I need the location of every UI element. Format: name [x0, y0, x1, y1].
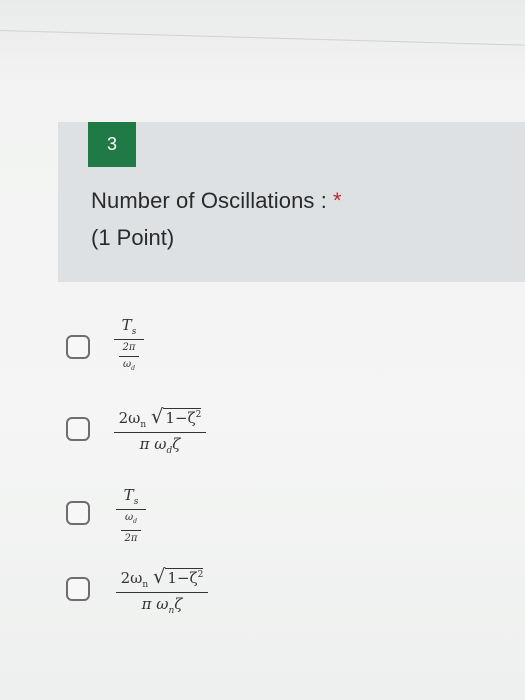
question-title: Number of Oscillations : *: [91, 188, 342, 214]
option-4-formula: 2ωn √ 1−ζ2 π ωnζ: [116, 565, 208, 616]
option-3-checkbox[interactable]: [66, 501, 90, 525]
question-card: 3 Number of Oscillations : * (1 Point): [58, 122, 525, 282]
option-1-formula: Ts 2π ωd: [114, 316, 144, 375]
question-title-text: Number of Oscillations :: [91, 188, 327, 213]
option-2-checkbox[interactable]: [66, 417, 90, 441]
option-2-formula: 2ωn √ 1−ζ2 π ωdζ: [114, 405, 206, 456]
required-marker: *: [332, 188, 342, 213]
option-1-checkbox[interactable]: [66, 335, 90, 359]
question-points: (1 Point): [91, 225, 175, 250]
page-divider: [0, 30, 525, 46]
option-3-formula: Ts ωd 2π: [116, 486, 146, 545]
option-4-checkbox[interactable]: [66, 577, 90, 601]
question-number-badge: 3: [88, 122, 136, 167]
